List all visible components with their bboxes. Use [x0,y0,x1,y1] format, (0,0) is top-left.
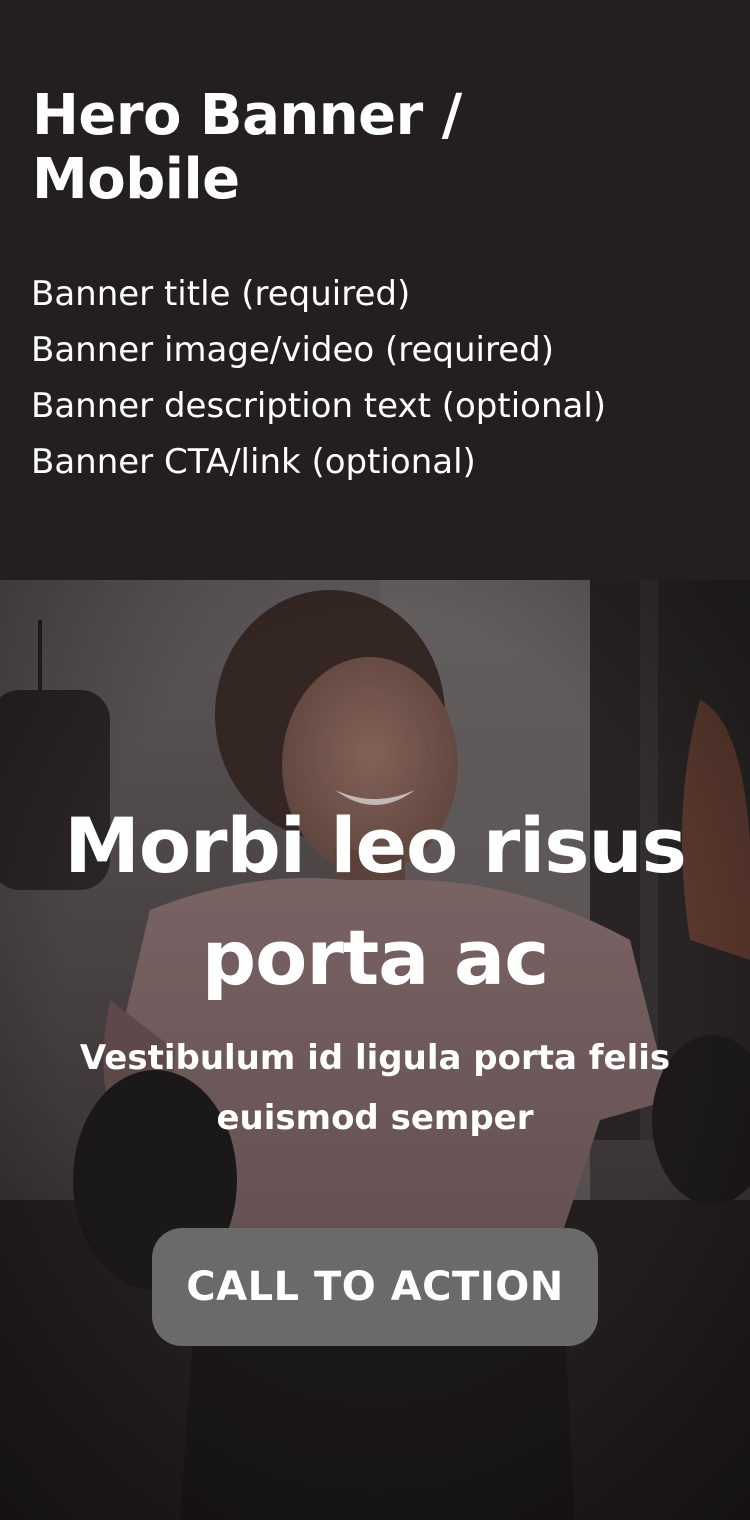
hero-description: Vestibulum id ligula porta felis euismod… [79,1038,671,1138]
hero-title: Morbi leo risus porta ac [64,801,687,1002]
spec-field-list: Banner title (required) Banner image/vid… [31,266,606,490]
spec-field-image: Banner image/video (required) [31,330,554,370]
hero-banner: Morbi leo risus porta ac Vestibulum id l… [0,580,750,1520]
spec-panel: Hero Banner / Mobile Banner title (requi… [0,0,750,580]
spec-field-description: Banner description text (optional) [31,386,607,426]
spec-field-cta: Banner CTA/link (optional) [31,442,476,482]
spec-field-title: Banner title (required) [31,274,411,314]
spec-title: Hero Banner / Mobile [32,83,462,212]
call-to-action-button[interactable]: CALL TO ACTION [152,1228,598,1346]
cta-label: CALL TO ACTION [186,1264,564,1310]
